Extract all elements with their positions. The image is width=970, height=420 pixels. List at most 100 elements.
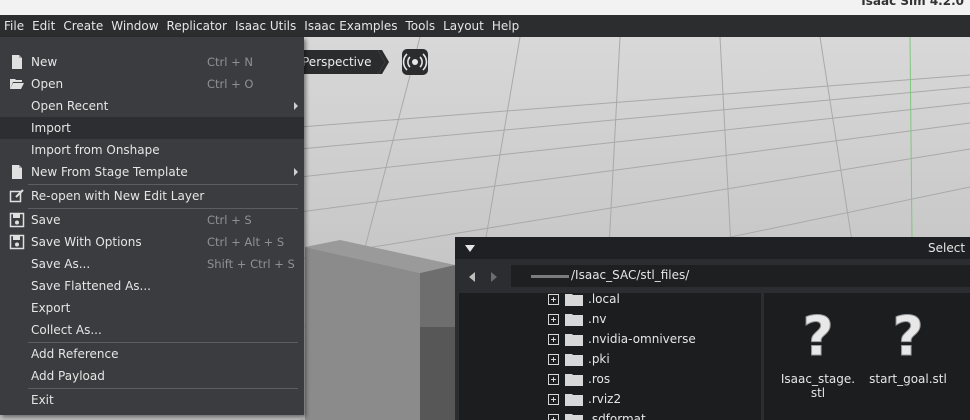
menu-item-exit[interactable]: Exit [0,389,304,411]
menu-item-shortcut: Ctrl + N [207,55,254,69]
expand-icon[interactable] [548,374,559,385]
folder-icon [565,334,583,346]
folder-name: .pki [588,352,610,366]
expand-icon[interactable] [548,334,559,345]
expand-icon[interactable] [548,394,559,405]
file-name: Isaac_stage. stl [780,372,856,400]
menu-item-new-from-stage-template[interactable]: New From Stage Template [0,161,304,183]
window-title: Isaac Sim 4.2.0 [861,0,964,8]
save-icon [9,212,25,228]
chevron-right-icon[interactable] [369,48,389,76]
menu-window[interactable]: Window [107,15,162,37]
menu-item-label: Exit [31,393,54,407]
menu-isaac-utils[interactable]: Isaac Utils [231,15,300,37]
path-field[interactable]: /Isaac_SAC/stl_files/ [511,265,970,287]
svg-text:?: ? [892,307,923,363]
menu-item-label: Import [31,121,71,135]
file-picker-header: Select F [455,237,970,259]
menu-item-label: New [31,55,58,69]
menu-layout[interactable]: Layout [439,15,488,37]
menu-item-label: Add Payload [31,369,105,383]
folder-name: .sdformat [588,412,646,420]
sensor-broadcast-icon[interactable] [402,49,428,75]
menu-bar: File Edit Create Window Replicator Isaac… [0,15,970,37]
menu-replicator[interactable]: Replicator [163,15,231,37]
menu-item-shortcut: Ctrl + Alt + S [207,235,285,249]
menu-item-save-flattened-as[interactable]: Save Flattened As... [0,275,304,297]
folder-icon [565,374,583,386]
menu-create[interactable]: Create [59,15,107,37]
folder-name: .rviz2 [588,392,622,406]
file-name: start_goal.stl [869,372,947,386]
menu-item-open-recent[interactable]: Open Recent [0,95,304,117]
unknown-file-icon: ? [802,305,834,369]
expand-icon[interactable] [548,414,559,420]
menu-item-open[interactable]: Open Ctrl + O [0,73,304,95]
folder-icon [565,394,583,406]
expand-icon[interactable] [548,354,559,365]
tree-row[interactable]: .local [459,293,761,310]
menu-help[interactable]: Help [488,15,523,37]
menu-item-label: Save [31,213,61,227]
tree-row[interactable]: .sdformat [459,410,761,420]
menu-tools[interactable]: Tools [402,15,440,37]
menu-item-shortcut: Ctrl + S [207,213,252,227]
folder-open-icon [10,79,24,89]
menu-item-add-reference[interactable]: Add Reference [0,343,304,365]
folder-icon [565,354,583,366]
menu-file[interactable]: File [0,15,28,37]
tree-row[interactable]: .rviz2 [459,390,761,410]
window-title-bar: Isaac Sim 4.2.0 [0,0,970,15]
menu-item-label: Save With Options [31,235,142,249]
folder-icon [565,314,583,326]
tree-row[interactable]: .nvidia-omniverse [459,330,761,350]
unknown-file-icon: ? [892,305,924,369]
menu-item-label: Open Recent [31,99,109,113]
file-grid[interactable]: ? Isaac_stage. stl ? start_goal.stl [764,293,970,420]
submenu-arrow-icon [294,102,298,110]
file-picker-dialog: Select F /Isaac_SAC/stl_files/ .local .n… [455,237,970,420]
menu-item-new[interactable]: New Ctrl + N [0,51,304,73]
tree-row[interactable]: .ros [459,370,761,390]
expand-icon[interactable] [548,294,559,305]
menu-item-label: New From Stage Template [31,165,188,179]
menu-item-add-payload[interactable]: Add Payload [0,365,304,387]
menu-item-import[interactable]: Import [0,117,304,139]
menu-item-export[interactable]: Export [0,297,304,319]
tree-row[interactable]: .pki [459,350,761,370]
expand-icon[interactable] [548,314,559,325]
menu-item-import-from-onshape[interactable]: Import from Onshape [0,139,304,161]
menu-item-collect-as[interactable]: Collect As... [0,319,304,341]
menu-item-label: Re-open with New Edit Layer [31,189,205,203]
menu-item-save[interactable]: Save Ctrl + S [0,209,304,231]
menu-item-reopen-new-edit-layer[interactable]: Re-open with New Edit Layer [0,185,304,207]
file-tile[interactable]: ? start_goal.stl [868,305,948,387]
folder-tree[interactable]: .local .nv .nvidia-omniverse .pki .ros .… [459,293,761,420]
save-icon [9,234,25,250]
back-arrow-icon[interactable] [469,272,475,282]
file-tile[interactable]: ? Isaac_stage. stl [778,305,858,401]
redacted-path-segment [531,275,569,278]
submenu-arrow-icon [294,168,298,176]
menu-item-label: Open [31,77,64,91]
menu-item-save-as[interactable]: Save As... Shift + Ctrl + S [0,253,304,275]
menu-item-shortcut: Shift + Ctrl + S [207,257,295,271]
path-text: /Isaac_SAC/stl_files/ [571,268,690,282]
menu-item-label: Collect As... [31,323,102,337]
camera-perspective-button[interactable]: Perspective [298,50,378,74]
forward-arrow-icon[interactable] [491,272,497,282]
folder-icon [565,414,583,420]
tree-row[interactable]: .nv [459,310,761,330]
menu-edit[interactable]: Edit [28,15,59,37]
folder-name: .nvidia-omniverse [588,332,696,346]
menu-isaac-examples[interactable]: Isaac Examples [300,15,401,37]
new-file-icon [12,55,22,69]
menu-item-label: Import from Onshape [31,143,160,157]
menu-item-save-with-options[interactable]: Save With Options Ctrl + Alt + S [0,231,304,253]
menu-item-label: Export [31,301,71,315]
menu-item-label: Save Flattened As... [31,279,151,293]
collapse-triangle-icon[interactable] [465,245,475,252]
folder-name: .ros [588,372,611,386]
file-picker-title: Select F [928,241,970,255]
file-menu-dropdown: New Ctrl + N Open Ctrl + O Open Recent I… [0,37,304,415]
